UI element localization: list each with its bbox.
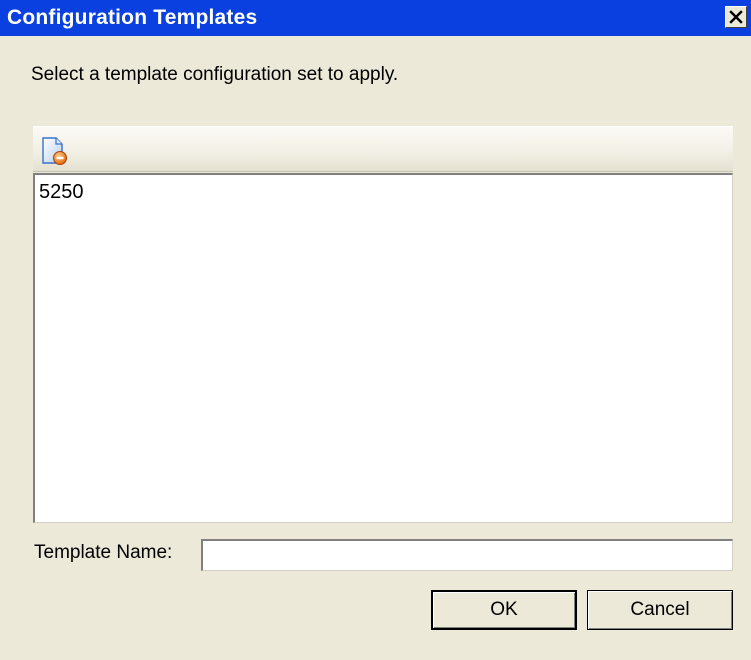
- template-name-input[interactable]: [201, 539, 733, 571]
- template-name-label: Template Name:: [34, 542, 173, 563]
- template-list[interactable]: 5250: [33, 173, 733, 523]
- ok-button[interactable]: OK: [431, 590, 577, 630]
- cancel-button[interactable]: Cancel: [587, 590, 733, 630]
- close-button[interactable]: [725, 6, 747, 28]
- list-item[interactable]: 5250: [39, 181, 84, 204]
- delete-document-icon: [38, 137, 70, 171]
- template-toolbar: [33, 126, 733, 172]
- close-x-icon: [729, 10, 743, 24]
- delete-template-button[interactable]: [38, 135, 70, 167]
- title-bar[interactable]: Configuration Templates: [0, 0, 751, 36]
- window-title: Configuration Templates: [7, 6, 258, 29]
- configuration-templates-dialog: Configuration Templates Select a templat…: [0, 0, 751, 660]
- instruction-text: Select a template configuration set to a…: [31, 64, 399, 85]
